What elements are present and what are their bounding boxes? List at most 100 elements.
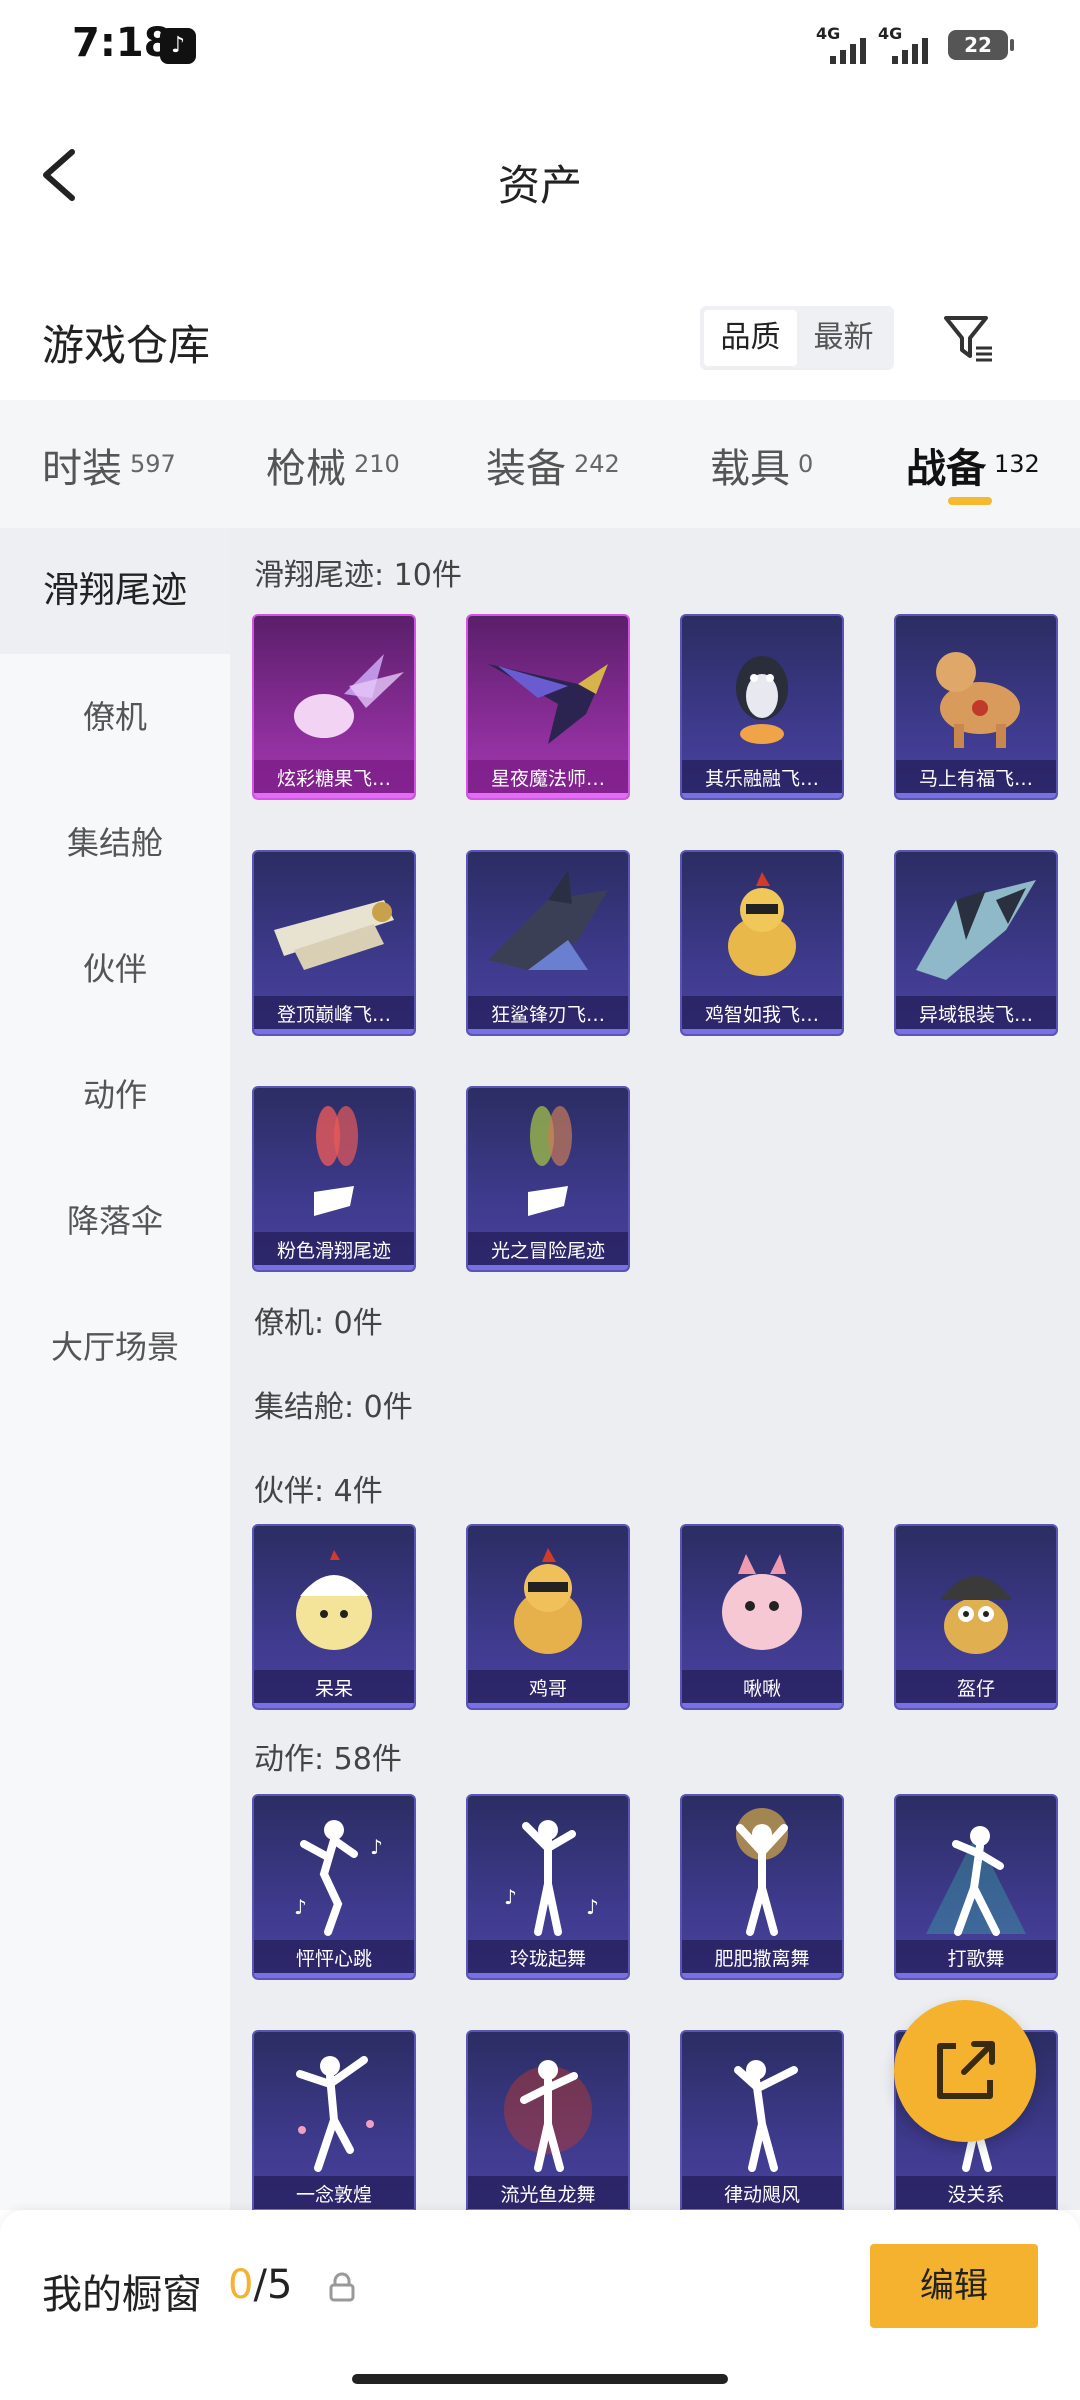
- sort-toggle: 品质 最新: [700, 306, 894, 370]
- sort-quality-button[interactable]: 品质: [704, 310, 797, 366]
- group-title-partner: 伙伴: 4件: [254, 1474, 383, 1509]
- showcase-count: 0/5: [228, 2262, 292, 2308]
- chicken-trail-icon: [728, 872, 796, 976]
- item-card[interactable]: 肥肥撒离舞: [680, 1794, 844, 1980]
- rarity-bar: [254, 793, 414, 798]
- rarity-bar: [468, 1703, 628, 1708]
- sidebar-item-lobby-scene[interactable]: 大厅场景: [0, 1284, 230, 1410]
- rarity-bar: [682, 1973, 842, 1978]
- penguin-trail-icon: [736, 656, 788, 744]
- item-card[interactable]: 异域银装飞…: [894, 850, 1058, 1036]
- item-card[interactable]: ♪ ♪ 怦怦心跳: [252, 1794, 416, 1980]
- pink-smoke-icon: [314, 1106, 358, 1216]
- item-card[interactable]: 炫彩糖果飞…: [252, 614, 416, 800]
- tab-label: 装备: [486, 446, 566, 492]
- item-card[interactable]: 律动飓风: [680, 2030, 844, 2210]
- sidebar-item-wingman[interactable]: 僚机: [0, 654, 230, 780]
- sidebar-item-glide-trail[interactable]: 滑翔尾迹: [0, 528, 230, 654]
- item-card[interactable]: 登顶巅峰飞…: [252, 850, 416, 1036]
- item-name: 一念敦煌: [254, 2176, 414, 2210]
- battery-icon: 22: [948, 30, 1014, 60]
- tab-battle-gear[interactable]: 战备 132: [906, 436, 1040, 494]
- item-card[interactable]: 星夜魔法师…: [466, 614, 630, 800]
- rarity-bar: [682, 1029, 842, 1034]
- svg-text:♪: ♪: [294, 1895, 307, 1919]
- tab-label: 战备: [906, 446, 986, 492]
- showcase-bar: 我的橱窗 0/5 编辑: [0, 2210, 1080, 2400]
- dance-pose-icon: ♪♪: [294, 1820, 383, 1936]
- item-card[interactable]: 粉色滑翔尾迹: [252, 1086, 416, 1272]
- section-row: 游戏仓库 品质 最新: [0, 290, 1080, 390]
- dance-pose-icon: [926, 1826, 1026, 1936]
- item-card[interactable]: 打歌舞: [894, 1794, 1058, 1980]
- horse-trail-icon: [936, 652, 1020, 748]
- dance-pose-icon: [504, 2060, 592, 2172]
- rarity-bar: [468, 793, 628, 798]
- rarity-bar: [896, 793, 1056, 798]
- rarity-bar: [254, 1265, 414, 1270]
- item-card[interactable]: ♪ ♪ 玲珑起舞: [466, 1794, 630, 1980]
- helmet-chick-icon: [940, 1576, 1012, 1654]
- tab-fashion[interactable]: 时装 597: [42, 436, 176, 494]
- group-title-emote: 动作: 58件: [254, 1742, 402, 1777]
- tab-vehicles[interactable]: 载具 0: [710, 436, 813, 494]
- tiktok-icon: ♪: [160, 28, 196, 64]
- rocket-trail-icon: [274, 900, 394, 970]
- filter-button[interactable]: [940, 310, 996, 366]
- tab-count: 132: [994, 450, 1040, 478]
- item-name: 没关系: [896, 2176, 1056, 2210]
- shark-trail-icon: [488, 870, 608, 970]
- home-indicator[interactable]: [352, 2374, 728, 2384]
- lock-icon: [329, 2272, 355, 2302]
- showcase-label: 我的橱窗: [42, 2272, 202, 2318]
- share-button[interactable]: [894, 2000, 1036, 2142]
- tab-guns[interactable]: 枪械 210: [266, 436, 400, 494]
- item-card[interactable]: 呆呆: [252, 1524, 416, 1710]
- signal-icon: 4G: [816, 24, 876, 64]
- sidebar-item-emote[interactable]: 动作: [0, 1032, 230, 1158]
- sidebar-item-partner[interactable]: 伙伴: [0, 906, 230, 1032]
- item-name: 流光鱼龙舞: [468, 2176, 628, 2210]
- sort-newest-button[interactable]: 最新: [797, 310, 890, 366]
- tab-label: 时装: [42, 446, 122, 492]
- item-card[interactable]: 啾啾: [680, 1524, 844, 1710]
- status-bar: 7:18 ♪ 4G 4G 22: [0, 0, 1080, 90]
- signal-icon: 4G: [878, 24, 938, 64]
- rarity-bar: [682, 1703, 842, 1708]
- filter-icon: [944, 316, 992, 362]
- svg-text:♪: ♪: [370, 1835, 383, 1859]
- rarity-bar: [468, 1973, 628, 1978]
- showcase-separator: /: [253, 2262, 267, 2308]
- group-title-glide: 滑翔尾迹: 10件: [254, 558, 462, 593]
- candy-trail-icon: [294, 654, 404, 738]
- item-grid-panel: 滑翔尾迹: 10件 炫彩糖果飞… 星夜魔法师… 其乐融融飞… 马上有福飞… 登顶…: [230, 528, 1080, 2210]
- tab-count: 210: [354, 450, 400, 478]
- sidebar-item-parachute[interactable]: 降落伞: [0, 1158, 230, 1284]
- dance-pose-icon: [736, 1808, 788, 1936]
- item-card[interactable]: 流光鱼龙舞: [466, 2030, 630, 2210]
- section-title: 游戏仓库: [42, 321, 211, 370]
- item-card[interactable]: 鸡智如我飞…: [680, 850, 844, 1036]
- sidebar-item-assembly-pod[interactable]: 集结舱: [0, 780, 230, 906]
- header: 资产: [0, 90, 1080, 260]
- tab-count: 597: [130, 450, 176, 478]
- rarity-bar: [682, 793, 842, 798]
- item-card[interactable]: 一念敦煌: [252, 2030, 416, 2210]
- showcase-current: 0: [228, 2262, 254, 2308]
- rarity-bar: [468, 1265, 628, 1270]
- item-card[interactable]: 鸡哥: [466, 1524, 630, 1710]
- rarity-bar: [254, 1703, 414, 1708]
- item-card[interactable]: 盔仔: [894, 1524, 1058, 1710]
- item-card[interactable]: 其乐融融飞…: [680, 614, 844, 800]
- edit-button[interactable]: 编辑: [870, 2244, 1038, 2328]
- share-icon: [937, 2041, 995, 2099]
- active-tab-indicator: [948, 497, 992, 505]
- tab-equipment[interactable]: 装备 242: [486, 436, 620, 494]
- item-card[interactable]: 马上有福飞…: [894, 614, 1058, 800]
- item-card[interactable]: 光之冒险尾迹: [466, 1086, 630, 1272]
- item-card[interactable]: 狂鲨锋刃飞…: [466, 850, 630, 1036]
- tab-label: 载具: [710, 446, 790, 492]
- silver-wing-icon: [916, 880, 1036, 980]
- rarity-bar: [896, 1703, 1056, 1708]
- rarity-bar: [896, 1973, 1056, 1978]
